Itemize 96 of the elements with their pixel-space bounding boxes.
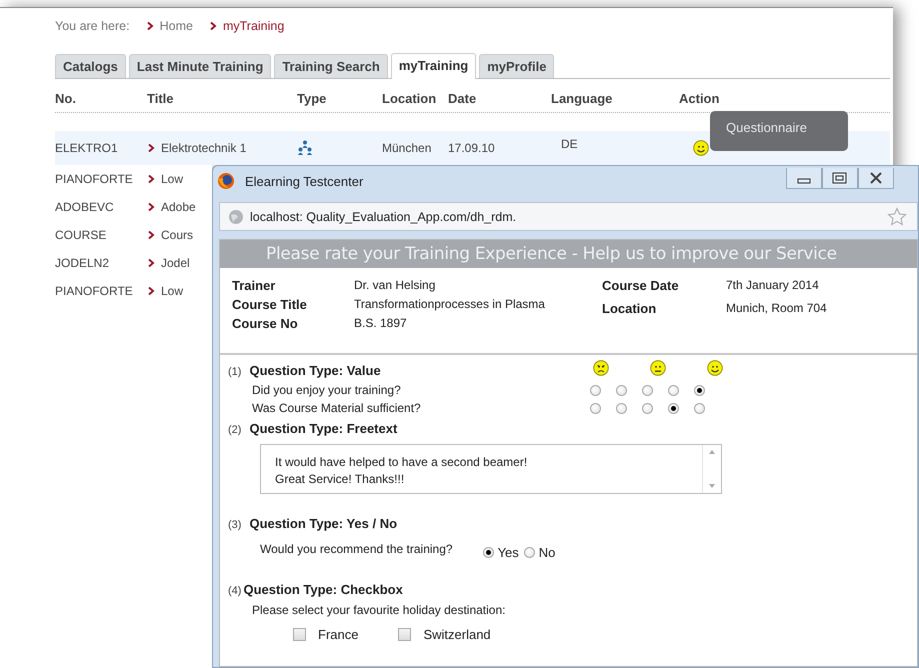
chevron-icon [147,202,155,212]
detail-value: Munich, Room 704 [726,301,828,316]
question-number: (4) [228,585,242,597]
course-number: COURSE [55,228,108,242]
detail-value: Transformationprocesses in Plasma [354,297,546,312]
smiley-icon [707,360,723,376]
course-number: ELEKTRO1 [55,141,119,155]
location-text: München [382,141,432,155]
question-title: Question Type: Yes / No [249,516,398,531]
chevron-icon [147,174,155,184]
tab[interactable]: Training Search [274,54,388,78]
date-text: 17.09.10 [448,141,496,155]
question-title: Question Type: Value [249,363,381,378]
browser-icon [217,172,235,190]
window-title: Elearning Testcenter [245,174,364,188]
question-number: (2) [228,424,242,436]
column-header: Location [382,91,438,106]
course-number: ADOBEVC [55,200,115,214]
breadcrumb-link[interactable]: myTraining [222,19,284,33]
radio-button[interactable] [616,385,627,396]
chevron-icon [147,258,155,268]
radio-button[interactable] [668,385,679,396]
language-text: DE [561,137,579,151]
column-header: Language [551,91,614,106]
column-header: No. [55,91,77,106]
course-link[interactable]: Low [161,284,184,298]
column-header: Date [448,91,478,106]
tab[interactable]: myTraining [390,53,476,79]
sad-smiley-icon [593,360,609,376]
radio-button[interactable] [694,385,705,396]
tab[interactable]: myProfile [479,54,554,78]
globe-icon [228,208,244,224]
tooltip: Questionnaire [710,111,848,151]
checkbox[interactable] [398,628,412,641]
detail-value: B.S. 1897 [354,316,408,331]
chevron-icon [147,230,155,240]
radio-button[interactable] [642,385,653,396]
course-number: PIANOFORTE [55,284,134,298]
rating-question: Did you enjoy your training? [252,382,402,399]
question-title: Question Type: Freetext [249,421,398,436]
detail-value: 7th January 2014 [726,278,820,293]
scroll-up-icon[interactable] [708,449,716,455]
radio-button[interactable] [590,385,601,396]
course-link[interactable]: Adobe [161,200,196,214]
chevron-icon [208,21,217,31]
detail-label: Trainer [232,278,276,293]
minimize-icon[interactable] [786,168,822,188]
radio-button[interactable] [590,403,601,414]
option-label[interactable]: Switzerland [423,627,491,642]
tab[interactable]: Catalogs [55,54,126,78]
question-title: Question Type: Checkbox [243,582,403,597]
question-number: (1) [228,366,242,378]
neutral-smiley-icon [650,360,666,376]
column-header: Title [147,91,174,106]
course-link[interactable]: Cours [161,228,194,242]
scroll-down-icon[interactable] [708,483,716,489]
question-number: (3) [228,519,242,531]
smiley-icon[interactable] [693,140,709,156]
banner: Please rate your Training Experience - Help us to improve our Service [220,240,917,268]
detail-label: Location [602,301,658,316]
course-link[interactable]: Low [161,172,184,186]
course-number: PIANOFORTE [55,172,134,186]
group-icon [297,140,313,156]
breadcrumb-link[interactable]: Home [160,19,193,33]
maximize-icon[interactable] [822,168,858,188]
detail-value: Dr. van Helsing [354,278,436,293]
star-icon[interactable] [887,207,907,226]
column-header: Type [297,91,328,106]
breadcrumb-label: You are here: [55,19,130,33]
course-link[interactable]: Jodel [161,256,190,270]
question-prompt: Would you recommend the training? [260,542,453,556]
radio-button[interactable] [524,547,535,558]
question-prompt: Please select your favourite holiday destination: [252,603,506,617]
radio-button[interactable] [694,403,705,414]
radio-button[interactable] [668,403,679,414]
detail-label: Course No [232,316,299,331]
rating-question: Was Course Material sufficient? [252,400,422,417]
option-label[interactable]: Yes [498,545,519,560]
course-number: JODELN2 [55,256,110,270]
detail-label: Course Title [232,297,308,312]
checkbox[interactable] [293,628,306,641]
detail-label: Course Date [602,278,680,293]
option-label[interactable]: France [318,627,358,642]
column-header: Action [679,91,720,106]
chevron-icon [147,143,155,153]
address-text[interactable]: localhost: Quality_Evaluation_App.com/dh_rdm. [250,210,516,224]
radio-button[interactable] [616,403,627,414]
radio-button[interactable] [642,403,653,414]
tab[interactable]: Last Minute Training [128,54,272,78]
chevron-icon [147,286,155,296]
answer-box[interactable]: It would have helped to have a second beamer! Great Service! Thanks!!! [260,444,722,494]
option-label[interactable]: No [538,545,556,560]
radio-button[interactable] [482,547,494,558]
chevron-icon [146,21,154,31]
close-icon[interactable] [858,168,894,188]
course-link[interactable]: Elektrotechnik 1 [161,141,246,155]
